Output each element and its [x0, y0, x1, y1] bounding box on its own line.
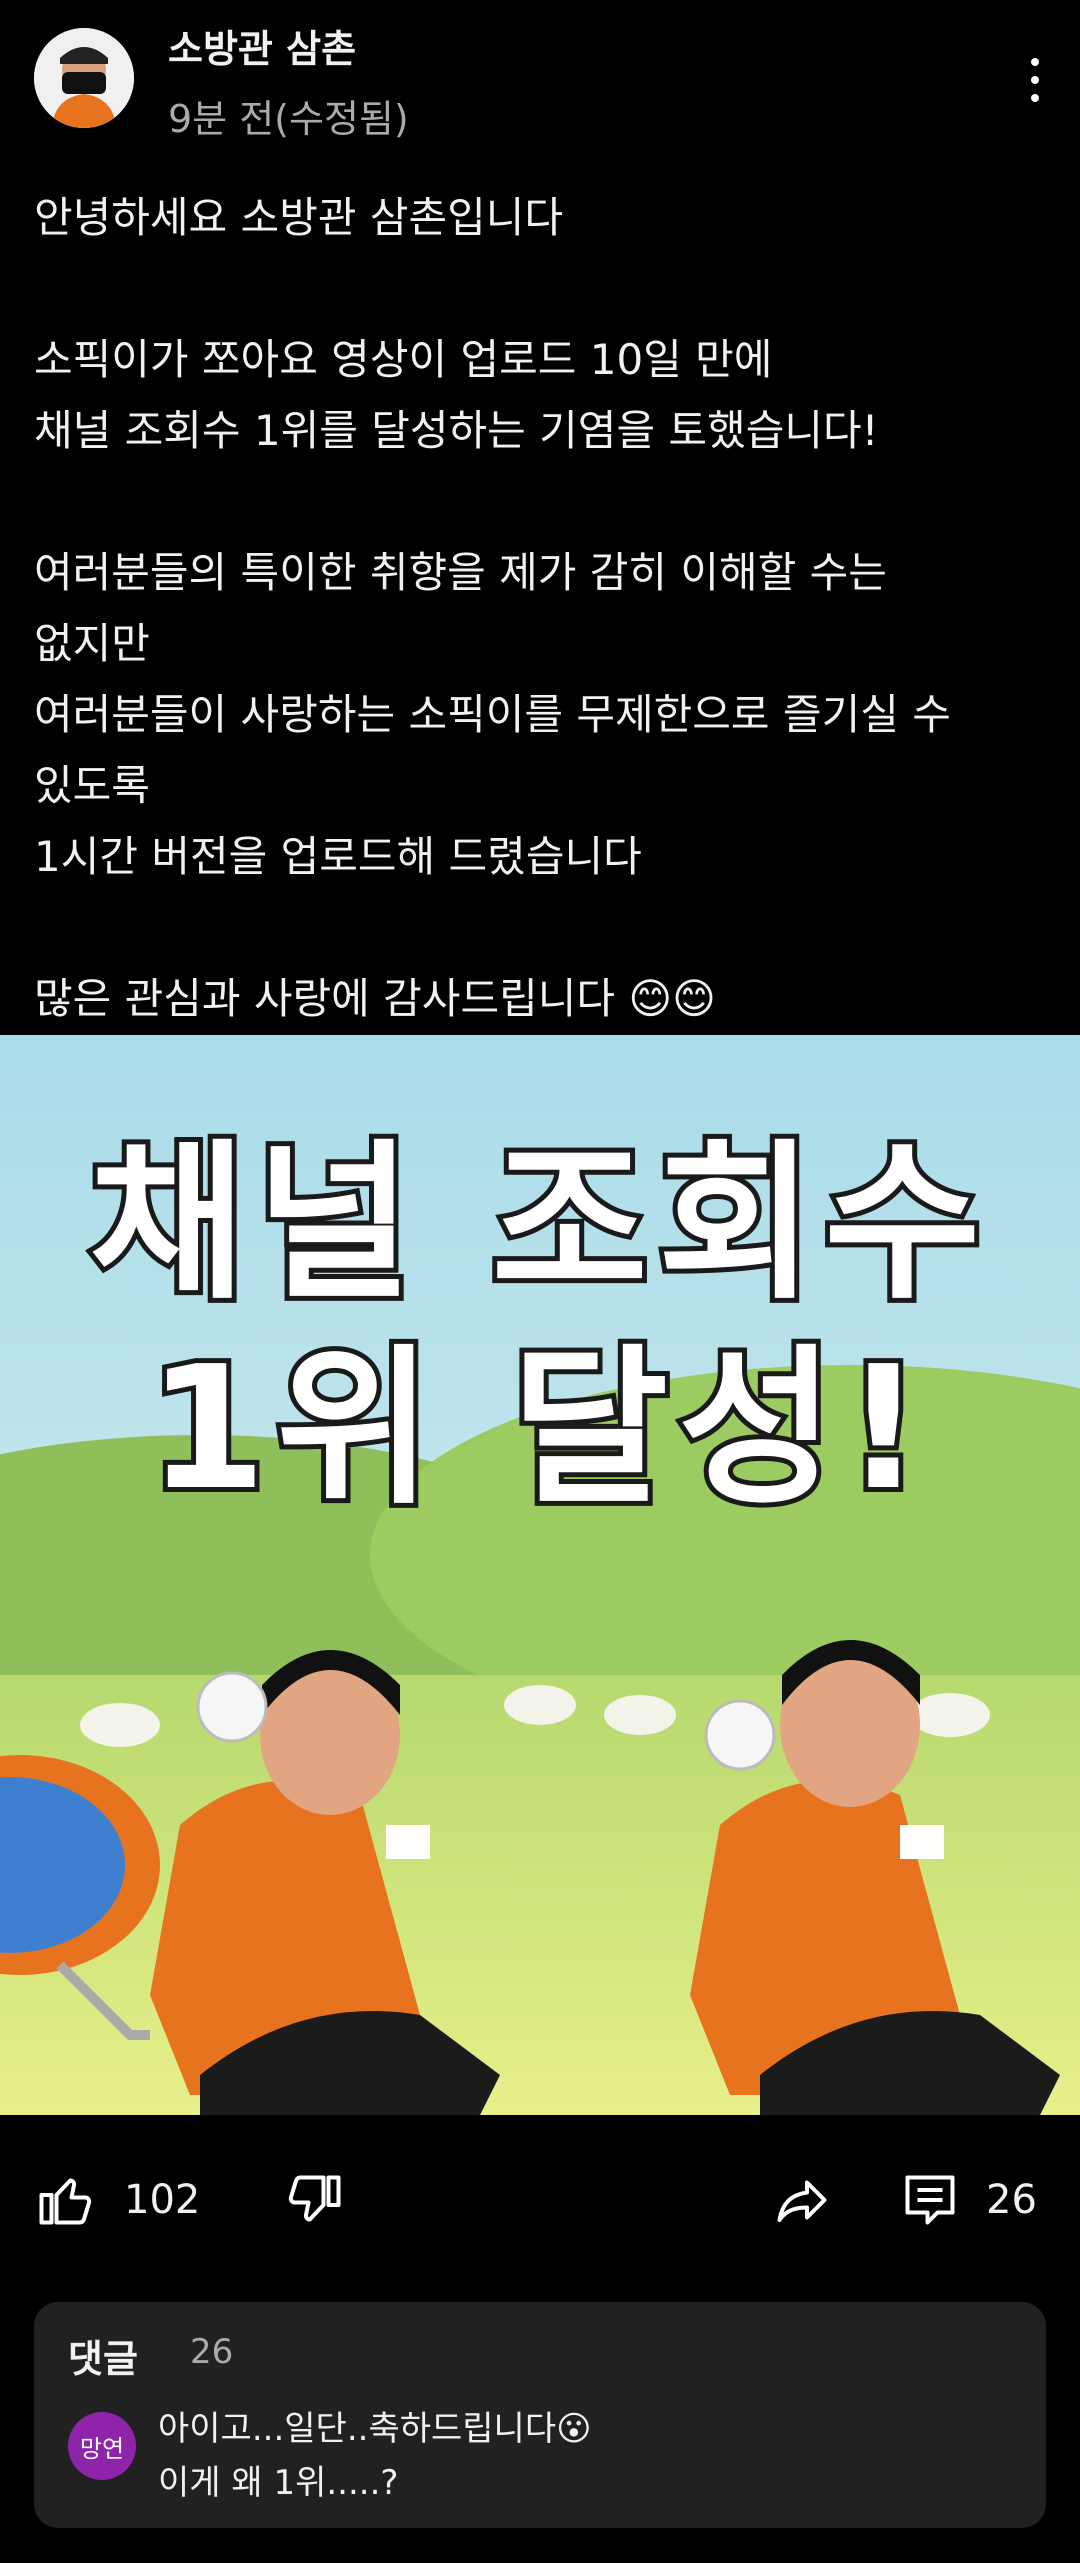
dislike-button[interactable]	[286, 2170, 346, 2230]
thumbnail-title-line2: 1위 달성!	[143, 1325, 933, 1533]
post-line: 채널 조회수 1위를 달성하는 기염을 토했습니다!	[34, 406, 879, 455]
comments-preview[interactable]: 댓글 26 망연 아이고...일단..축하드립니다😮 이게 왜 1위.....?	[34, 2302, 1046, 2528]
share-icon	[777, 2180, 827, 2222]
comment-line: 이게 왜 1위.....?	[158, 2463, 399, 2503]
comments-title: 댓글	[68, 2337, 138, 2381]
post-body: 안녕하세요 소방관 삼촌입니다 소픽이가 쪼아요 영상이 업로드 10일 만에 …	[34, 182, 1044, 1034]
post-line: 있도록	[34, 761, 150, 810]
thumb-down-icon	[288, 2175, 341, 2222]
like-count: 102	[124, 2177, 201, 2223]
channel-avatar[interactable]	[34, 28, 134, 128]
post-line: 여러분들이 사랑하는 소픽이를 무제한으로 즐기실 수	[34, 690, 951, 739]
comment-count: 26	[986, 2177, 1037, 2223]
post-time: 9분 전(수정됨)	[168, 97, 409, 141]
post-image[interactable]: 채널 조회수 1위 달성!	[0, 1035, 1080, 2115]
comment-icon	[905, 2175, 955, 2225]
post-header: 소방관 삼촌 9분 전(수정됨)	[0, 0, 1080, 150]
post-line: 소픽이가 쪼아요 영상이 업로드 10일 만에	[34, 335, 773, 384]
post-line: 여러분들의 특이한 취향을 제가 감히 이해할 수는	[34, 548, 887, 597]
share-button[interactable]	[772, 2170, 832, 2230]
post-line: 없지만	[34, 619, 150, 668]
post-line: 많은 관심과 사랑에 감사드립니다 😊😊	[34, 974, 716, 1023]
post-line: 안녕하세요 소방관 삼촌입니다	[34, 193, 564, 242]
post-line: 1시간 버전을 업로드해 드렸습니다	[34, 832, 642, 881]
avatar-image	[34, 28, 134, 128]
action-bar: 102 26	[0, 2130, 1080, 2270]
comment-button[interactable]: 26	[900, 2170, 1037, 2230]
more-vertical-icon[interactable]	[1010, 50, 1060, 110]
commenter-avatar: 망연	[68, 2412, 136, 2480]
comment-text: 아이고...일단..축하드립니다😮 이게 왜 1위.....?	[158, 2402, 592, 2510]
thumb-up-icon	[39, 2178, 92, 2225]
comments-count: 26	[190, 2332, 234, 2372]
comment-line: 아이고...일단..축하드립니다😮	[158, 2409, 592, 2449]
like-button[interactable]: 102	[34, 2170, 200, 2230]
channel-name[interactable]: 소방관 삼촌	[168, 18, 356, 73]
